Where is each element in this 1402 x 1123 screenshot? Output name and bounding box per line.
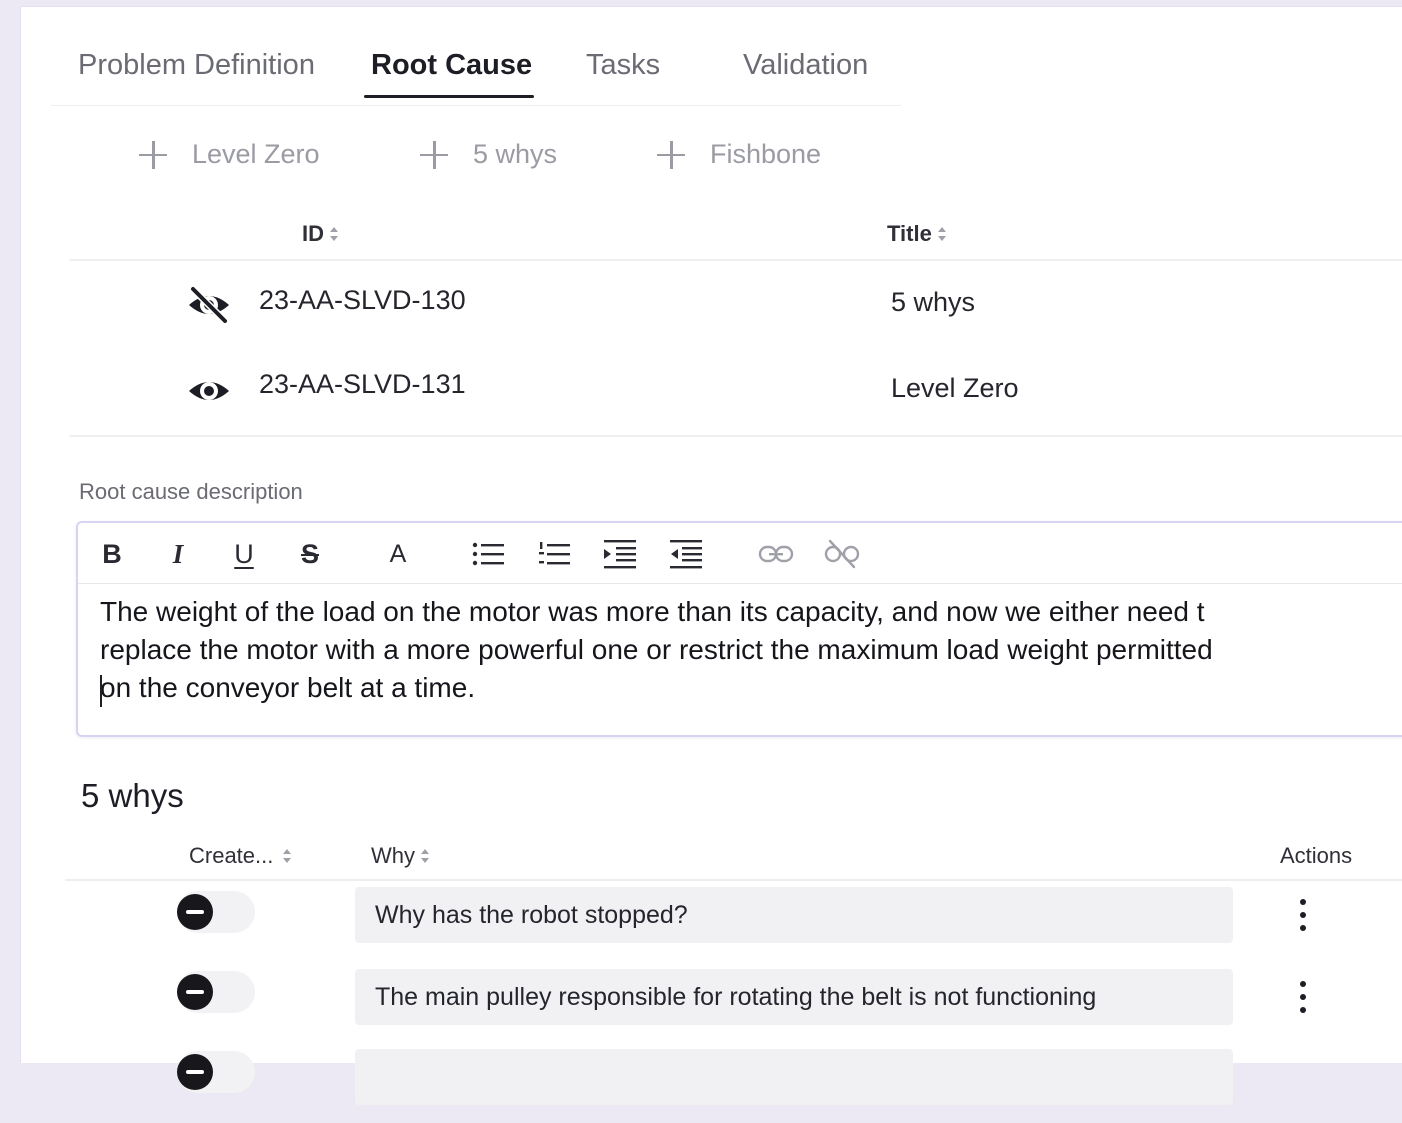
- why-input[interactable]: The main pulley responsible for rotating…: [355, 969, 1233, 1025]
- table-row: Why has the robot stopped?: [65, 881, 1402, 961]
- underline-icon[interactable]: U: [226, 537, 262, 571]
- description-line: on the conveyor belt at a time.: [100, 672, 476, 703]
- root-cause-description-text[interactable]: The weight of the load on the motor was …: [100, 593, 1400, 707]
- active-tab-indicator: [364, 95, 534, 98]
- description-line: The weight of the load on the motor was …: [100, 596, 1205, 627]
- italic-icon[interactable]: I: [160, 537, 196, 571]
- table-row[interactable]: 23-AA-SLVD-131 Level Zero: [69, 345, 1402, 429]
- created-toggle[interactable]: [177, 1051, 255, 1093]
- five-whys-table-header: Create... Why Actions: [65, 829, 1402, 881]
- root-cause-table: ID Title 23-AA-SLVD-130 5 whys 23-AA-SLV…: [69, 207, 1402, 437]
- add-fishbone-label: Fishbone: [710, 139, 822, 169]
- created-toggle[interactable]: [177, 891, 255, 933]
- link-icon[interactable]: [758, 537, 794, 571]
- tab-problem-definition[interactable]: Problem Definition: [78, 49, 315, 82]
- root-cause-id: 23-AA-SLVD-131: [259, 369, 466, 399]
- editor-toolbar: B I U S A: [78, 523, 1402, 584]
- strikethrough-icon[interactable]: S: [292, 537, 328, 571]
- tab-validation[interactable]: Validation: [743, 49, 868, 82]
- bold-icon[interactable]: B: [94, 537, 130, 571]
- description-line: replace the motor with a more powerful o…: [100, 634, 1213, 665]
- root-cause-id: 23-AA-SLVD-130: [259, 285, 466, 315]
- tab-bar: Problem Definition Root Cause Tasks Vali…: [51, 37, 901, 106]
- root-cause-title: 5 whys: [891, 287, 976, 317]
- root-cause-title: Level Zero: [891, 373, 1019, 403]
- sort-icon: [282, 847, 292, 865]
- why-input[interactable]: Why has the robot stopped?: [355, 887, 1233, 943]
- more-actions-icon[interactable]: [1291, 895, 1315, 935]
- column-header-created[interactable]: Create...: [189, 843, 292, 869]
- sort-icon: [329, 225, 339, 243]
- five-whys-heading: 5 whys: [81, 777, 184, 814]
- tab-root-cause[interactable]: Root Cause: [371, 49, 532, 82]
- indent-icon[interactable]: [602, 537, 638, 571]
- font-color-icon[interactable]: A: [380, 537, 416, 571]
- bulleted-list-icon[interactable]: [470, 537, 506, 571]
- column-header-title-label: Title: [887, 221, 932, 246]
- table-row[interactable]: 23-AA-SLVD-130 5 whys: [69, 261, 1402, 345]
- column-header-actions: Actions: [1280, 843, 1353, 868]
- eye-icon[interactable]: [186, 371, 232, 411]
- root-cause-description-label: Root cause description: [79, 479, 303, 504]
- column-header-title[interactable]: Title: [887, 221, 947, 247]
- table-row: The main pulley responsible for rotating…: [65, 963, 1402, 1043]
- plus-icon: [419, 140, 449, 170]
- add-level-zero-label: Level Zero: [192, 139, 320, 169]
- column-header-id-label: ID: [302, 221, 324, 246]
- minus-circle-icon: [177, 894, 213, 930]
- add-fishbone-button[interactable]: Fishbone: [656, 139, 821, 170]
- table-row: [65, 1043, 1402, 1123]
- outdent-icon[interactable]: [668, 537, 704, 571]
- more-actions-icon[interactable]: [1291, 977, 1315, 1017]
- column-header-why-label: Why: [371, 843, 415, 868]
- column-header-why[interactable]: Why: [371, 843, 430, 869]
- minus-circle-icon: [177, 974, 213, 1010]
- sort-icon: [420, 847, 430, 865]
- unlink-icon[interactable]: [824, 537, 860, 571]
- root-cause-panel: Problem Definition Root Cause Tasks Vali…: [20, 6, 1402, 1105]
- eye-off-icon[interactable]: [186, 285, 232, 325]
- column-header-id[interactable]: ID: [302, 221, 339, 247]
- sort-icon: [937, 225, 947, 243]
- add-5-whys-label: 5 whys: [473, 139, 558, 169]
- numbered-list-icon[interactable]: [536, 537, 572, 571]
- tab-tasks[interactable]: Tasks: [586, 49, 660, 82]
- created-toggle[interactable]: [177, 971, 255, 1013]
- text-caret: [100, 675, 102, 707]
- root-cause-description-editor[interactable]: B I U S A The weight of the load on the …: [76, 521, 1402, 737]
- minus-circle-icon: [177, 1054, 213, 1090]
- add-level-zero-button[interactable]: Level Zero: [138, 139, 320, 170]
- why-input[interactable]: [355, 1049, 1233, 1105]
- add-5-whys-button[interactable]: 5 whys: [419, 139, 557, 170]
- column-header-created-label: Create...: [189, 843, 274, 868]
- plus-icon: [138, 140, 168, 170]
- plus-icon: [656, 140, 686, 170]
- root-cause-table-header: ID Title: [69, 207, 1402, 261]
